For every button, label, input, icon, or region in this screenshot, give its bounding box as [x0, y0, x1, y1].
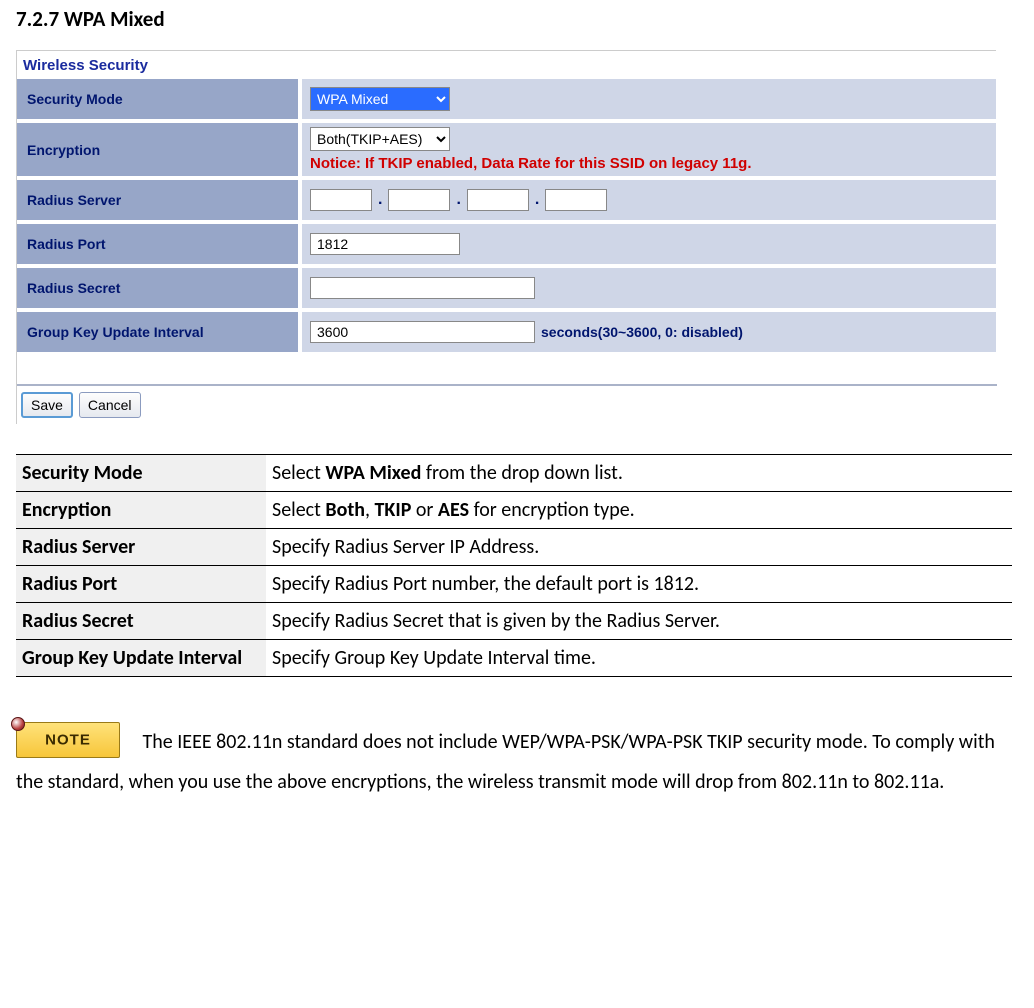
- label-radius-server: Radius Server: [17, 180, 302, 220]
- label-encryption: Encryption: [17, 123, 302, 176]
- note-paragraph: NOTE The IEEE 802.11n standard does not …: [16, 722, 1012, 800]
- row-radius-port: Radius Port: [17, 224, 996, 268]
- security-mode-select[interactable]: WPA Mixed: [310, 87, 450, 111]
- def-desc: Specify Group Key Update Interval time.: [266, 640, 1012, 677]
- ip-dot: .: [456, 191, 460, 209]
- note-badge-label: NOTE: [45, 727, 91, 754]
- definitions-table: Security Mode Select WPA Mixed from the …: [16, 454, 1012, 677]
- pin-icon: [11, 717, 25, 731]
- table-row: Security Mode Select WPA Mixed from the …: [16, 455, 1012, 492]
- save-button[interactable]: Save: [21, 392, 73, 418]
- cell-radius-secret: [302, 268, 996, 308]
- cell-security-mode: WPA Mixed: [302, 79, 996, 119]
- radius-ip-octet-2[interactable]: [388, 189, 450, 211]
- ip-dot: .: [378, 191, 382, 209]
- table-row: Radius Port Specify Radius Port number, …: [16, 566, 1012, 603]
- def-term: Group Key Update Interval: [16, 640, 266, 677]
- def-term: Radius Server: [16, 529, 266, 566]
- label-radius-port: Radius Port: [17, 224, 302, 264]
- def-term: Encryption: [16, 492, 266, 529]
- label-security-mode: Security Mode: [17, 79, 302, 119]
- radius-ip-octet-3[interactable]: [467, 189, 529, 211]
- def-desc: Specify Radius Server IP Address.: [266, 529, 1012, 566]
- table-row: Radius Server Specify Radius Server IP A…: [16, 529, 1012, 566]
- section-heading: 7.2.7 WPA Mixed: [16, 6, 1018, 32]
- radius-ip-octet-4[interactable]: [545, 189, 607, 211]
- table-row: Encryption Select Both, TKIP or AES for …: [16, 492, 1012, 529]
- label-radius-secret: Radius Secret: [17, 268, 302, 308]
- radius-ip-octet-1[interactable]: [310, 189, 372, 211]
- row-radius-server: Radius Server . . .: [17, 180, 996, 224]
- button-row: Save Cancel: [17, 392, 996, 424]
- note-text: The IEEE 802.11n standard does not inclu…: [16, 730, 995, 794]
- cancel-button[interactable]: Cancel: [79, 392, 141, 418]
- table-row: Group Key Update Interval Specify Group …: [16, 640, 1012, 677]
- row-radius-secret: Radius Secret: [17, 268, 996, 312]
- def-term: Radius Secret: [16, 603, 266, 640]
- label-group-key: Group Key Update Interval: [17, 312, 302, 352]
- wireless-security-panel: Wireless Security Security Mode WPA Mixe…: [16, 50, 996, 424]
- cell-encryption: Both(TKIP+AES) Notice: If TKIP enabled, …: [302, 123, 996, 176]
- row-group-key: Group Key Update Interval seconds(30~360…: [17, 312, 996, 356]
- group-key-input[interactable]: [310, 321, 535, 343]
- def-term: Security Mode: [16, 455, 266, 492]
- def-desc: Specify Radius Secret that is given by t…: [266, 603, 1012, 640]
- def-desc: Select Both, TKIP or AES for encryption …: [266, 492, 1012, 529]
- encryption-select[interactable]: Both(TKIP+AES): [310, 127, 450, 151]
- row-encryption: Encryption Both(TKIP+AES) Notice: If TKI…: [17, 123, 996, 180]
- def-desc: Select WPA Mixed from the drop down list…: [266, 455, 1012, 492]
- ip-dot: .: [535, 191, 539, 209]
- def-term: Radius Port: [16, 566, 266, 603]
- row-security-mode: Security Mode WPA Mixed: [17, 79, 996, 123]
- cell-radius-port: [302, 224, 996, 264]
- def-desc: Specify Radius Port number, the default …: [266, 566, 1012, 603]
- note-icon: NOTE: [16, 722, 120, 758]
- panel-divider: [17, 384, 997, 386]
- radius-secret-input[interactable]: [310, 277, 535, 299]
- cell-radius-server: . . .: [302, 180, 996, 220]
- cell-group-key: seconds(30~3600, 0: disabled): [302, 312, 996, 352]
- table-row: Radius Secret Specify Radius Secret that…: [16, 603, 1012, 640]
- encryption-warning: Notice: If TKIP enabled, Data Rate for t…: [310, 155, 988, 172]
- radius-port-input[interactable]: [310, 233, 460, 255]
- group-key-suffix: seconds(30~3600, 0: disabled): [541, 324, 743, 340]
- panel-title: Wireless Security: [17, 51, 996, 79]
